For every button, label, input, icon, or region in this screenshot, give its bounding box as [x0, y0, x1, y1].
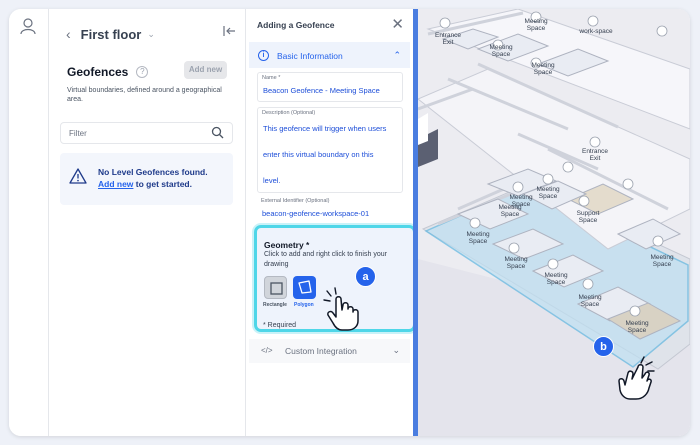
floor-map[interactable]: Entrance Exit Meeting Space Meeting Space work… [413, 9, 690, 436]
map-room-label: Meeting Space [504, 256, 528, 270]
custom-integration-label: Custom Integration [285, 346, 357, 356]
geofences-description: Virtual boundaries, defined around a geo… [67, 87, 222, 103]
user-icon[interactable] [19, 17, 37, 40]
name-value: Beacon Geofence - Meeting Space [263, 86, 380, 95]
external-id-value: beacon-geofence-workspace-01 [262, 209, 370, 218]
search-icon[interactable] [211, 126, 224, 141]
empty-state-cta: Add new to get started. [98, 179, 192, 189]
floor-selector[interactable]: ‹ First floor ⌄ [66, 25, 236, 43]
map-room-label: Meeting Space [466, 231, 490, 245]
callout-badge-b: b [593, 336, 614, 357]
map-room-label: Meeting Space [536, 186, 560, 200]
rectangle-label: Rectangle [263, 302, 287, 308]
chevron-down-icon[interactable]: ⌄ [147, 29, 155, 40]
polygon-icon [298, 280, 312, 294]
geometry-description: Click to add and right click to finish y… [264, 251, 387, 268]
required-note: * Required [263, 322, 297, 329]
map-room-label: Meeting Space [524, 18, 548, 32]
map-room-label: Support Space [577, 210, 600, 224]
map-room-label: Meeting Space [578, 294, 602, 308]
description-label: Description (Optional) [262, 110, 316, 116]
empty-state-suffix: to get started. [133, 179, 192, 189]
geofences-heading: Geofences ? [67, 65, 149, 79]
basic-info-label: Basic Information [277, 51, 343, 61]
code-icon: </> [261, 346, 273, 355]
geofence-list-panel: ‹ First floor ⌄ Geofences ? Add new Virt… [50, 9, 246, 436]
pointer-hand-icon [320, 285, 374, 336]
rectangle-tool-button[interactable] [264, 276, 287, 299]
help-icon[interactable]: ? [136, 66, 149, 78]
name-label: Name * [262, 75, 281, 81]
pointer-hand-icon [614, 353, 660, 408]
form-title: Adding a Geofence [257, 20, 335, 30]
icon-rail [9, 9, 49, 436]
callout-badge-a: a [355, 266, 376, 287]
collapse-panel-icon[interactable] [222, 25, 236, 40]
chevron-down-icon[interactable]: ⌄ [392, 345, 400, 356]
custom-integration-section-header[interactable]: </> Custom Integration ⌄ [249, 339, 410, 363]
external-id-label: External Identifier (Optional) [261, 198, 330, 204]
basic-info-section-header[interactable]: i Basic Information ⌃ [249, 42, 410, 68]
empty-state-title: No Level Geofences found. [98, 167, 208, 177]
map-room-label: Meeting Space [544, 272, 568, 286]
add-geofence-form: Adding a Geofence ✕ i Basic Information … [247, 9, 416, 436]
description-line: This geofence will trigger when users [263, 124, 387, 133]
description-line: level. [263, 176, 281, 185]
map-room-label: Meeting Space [625, 320, 649, 334]
close-icon[interactable]: ✕ [391, 15, 404, 33]
app-window: ‹ First floor ⌄ Geofences ? Add new Virt… [9, 9, 690, 436]
chevron-up-icon[interactable]: ⌃ [393, 50, 401, 61]
description-line: enter this virtual boundary on this [263, 150, 374, 159]
geometry-section: Geometry * Click to add and right click … [254, 225, 416, 332]
map-room-label: Meeting Space [498, 204, 522, 218]
description-field[interactable]: Description (Optional) This geofence wil… [257, 107, 403, 193]
filter-placeholder: Filter [69, 129, 87, 138]
map-room-label: work-space [578, 28, 613, 35]
rectangle-icon [270, 282, 283, 295]
geofences-title: Geofences [67, 65, 129, 79]
geometry-title: Geometry * [264, 240, 310, 250]
warning-icon [69, 168, 87, 189]
map-room-label: Meeting Space [650, 254, 674, 268]
name-field[interactable]: Name * Beacon Geofence - Meeting Space [257, 72, 403, 102]
info-icon: i [258, 50, 269, 61]
add-new-button[interactable]: Add new [184, 61, 227, 79]
polygon-label: Polygon [294, 302, 314, 308]
polygon-tool-button[interactable] [293, 276, 316, 299]
filter-input[interactable]: Filter [60, 122, 233, 144]
add-new-link[interactable]: Add new [98, 179, 133, 189]
back-chevron-icon[interactable]: ‹ [66, 26, 71, 42]
floor-name: First floor [80, 26, 142, 42]
external-id-field[interactable]: External Identifier (Optional) beacon-ge… [257, 196, 403, 221]
map-room-label: Meeting Space [531, 62, 555, 76]
map-room-label: Meeting Space [489, 44, 513, 58]
empty-state-card: No Level Geofences found. Add new to get… [60, 153, 233, 205]
